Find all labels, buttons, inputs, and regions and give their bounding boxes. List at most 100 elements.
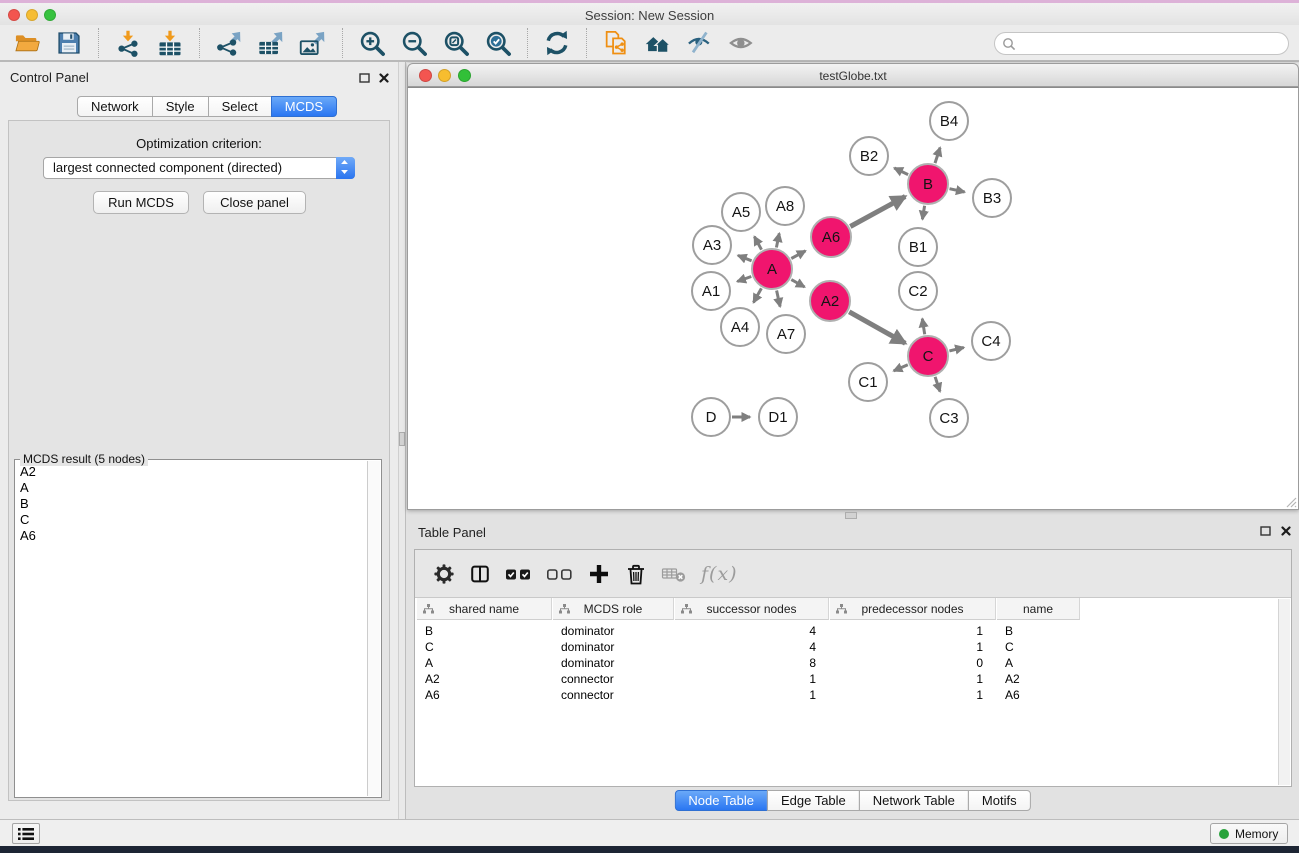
table-cell[interactable]: 4: [675, 623, 829, 639]
table-cell[interactable]: B: [997, 623, 1080, 639]
graph-node[interactable]: B2: [850, 137, 888, 175]
tab-edge-table[interactable]: Edge Table: [767, 790, 860, 811]
graph-node[interactable]: A4: [721, 308, 759, 346]
mcds-scrollbar[interactable]: [367, 461, 380, 796]
graph-edge[interactable]: [922, 319, 924, 335]
graph-node[interactable]: B1: [899, 228, 937, 266]
mcds-result-item[interactable]: A6: [16, 528, 365, 544]
zoom-fit-icon[interactable]: [441, 28, 471, 58]
graph-edge[interactable]: [894, 365, 908, 371]
graph-edge[interactable]: [935, 377, 940, 392]
float-panel-icon[interactable]: [358, 71, 371, 84]
node-table[interactable]: shared nameMCDS rolesuccessor nodesprede…: [415, 598, 1291, 786]
table-settings-gear-icon[interactable]: [433, 561, 455, 587]
graph-edge[interactable]: [894, 168, 908, 175]
graph-node[interactable]: A7: [767, 315, 805, 353]
resize-grip-icon[interactable]: [1284, 495, 1297, 508]
graph-edge[interactable]: [850, 197, 905, 227]
show-all-eye-icon[interactable]: [727, 28, 757, 58]
graph-node[interactable]: A6: [811, 217, 851, 257]
mcds-result-item[interactable]: A2: [16, 464, 365, 480]
save-session-icon[interactable]: [54, 28, 84, 58]
column-header-name[interactable]: name: [997, 598, 1080, 620]
column-header-shared-name[interactable]: shared name: [417, 598, 552, 620]
graph-node[interactable]: A3: [693, 226, 731, 264]
tab-select[interactable]: Select: [208, 96, 272, 117]
graph-node[interactable]: A8: [766, 187, 804, 225]
table-cell[interactable]: 1: [830, 671, 996, 687]
table-cell[interactable]: A2: [417, 671, 552, 687]
open-file-icon[interactable]: [12, 28, 42, 58]
tab-motifs[interactable]: Motifs: [968, 790, 1031, 811]
zoom-selected-icon[interactable]: [483, 28, 513, 58]
tab-node-table[interactable]: Node Table: [674, 790, 768, 811]
table-cell[interactable]: 0: [830, 655, 996, 671]
table-cell[interactable]: C: [997, 639, 1080, 655]
graph-node[interactable]: D1: [759, 398, 797, 436]
close-panel-icon[interactable]: [377, 71, 390, 84]
graph-node[interactable]: C2: [899, 272, 937, 310]
graph-node[interactable]: C3: [930, 399, 968, 437]
tab-mcds[interactable]: MCDS: [271, 96, 337, 117]
table-panel-close-icon[interactable]: [1279, 524, 1292, 537]
export-image-icon[interactable]: [298, 28, 328, 58]
first-neighbors-icon[interactable]: [643, 28, 673, 58]
table-cell[interactable]: 8: [675, 655, 829, 671]
delete-table-icon[interactable]: [661, 561, 687, 587]
memory-button[interactable]: Memory: [1210, 823, 1288, 844]
table-cell[interactable]: dominator: [553, 623, 674, 639]
column-header-predecessor-nodes[interactable]: predecessor nodes: [830, 598, 996, 620]
graph-edge[interactable]: [754, 288, 762, 302]
table-cell[interactable]: C: [417, 639, 552, 655]
run-mcds-button[interactable]: Run MCDS: [93, 191, 189, 214]
graph-node[interactable]: A2: [810, 281, 850, 321]
hide-selected-eye-slash-icon[interactable]: [685, 28, 715, 58]
splitter-handle[interactable]: [399, 432, 405, 446]
export-table-icon[interactable]: [256, 28, 286, 58]
tab-network[interactable]: Network: [77, 96, 153, 117]
graph-node[interactable]: C4: [972, 322, 1010, 360]
delete-column-trash-icon[interactable]: [625, 561, 647, 587]
function-builder-icon[interactable]: f(x): [701, 561, 738, 587]
horizontal-splitter-handle[interactable]: [845, 512, 857, 519]
graph-edge[interactable]: [776, 233, 779, 247]
column-header-MCDS-role[interactable]: MCDS role: [553, 598, 674, 620]
select-all-icon[interactable]: [505, 561, 532, 587]
graph-edge[interactable]: [935, 148, 940, 164]
mcds-result-list[interactable]: A2ABCA6: [16, 464, 365, 796]
graph-edge[interactable]: [754, 237, 761, 250]
unselect-all-icon[interactable]: [546, 561, 573, 587]
table-cell[interactable]: B: [417, 623, 552, 639]
graph-node[interactable]: C1: [849, 363, 887, 401]
tab-network-table[interactable]: Network Table: [859, 790, 969, 811]
network-graph[interactable]: B4B2BB3A5A8A6A3B1AA1C2A2A4A7C4CC1C3DD1: [408, 88, 1298, 509]
graph-node[interactable]: B3: [973, 179, 1011, 217]
optimization-criterion-dropdown[interactable]: largest connected component (directed): [43, 157, 355, 179]
table-scrollbar[interactable]: [1278, 599, 1290, 785]
task-history-button[interactable]: [12, 823, 40, 844]
graph-node[interactable]: C: [908, 336, 948, 376]
network-window-titlebar[interactable]: testGlobe.txt: [407, 63, 1299, 87]
table-cell[interactable]: A6: [997, 687, 1080, 703]
column-header-successor-nodes[interactable]: successor nodes: [675, 598, 829, 620]
table-cell[interactable]: 1: [675, 687, 829, 703]
graph-node[interactable]: A5: [722, 193, 760, 231]
graph-edge[interactable]: [950, 189, 965, 192]
graph-edge[interactable]: [791, 251, 805, 259]
graph-edge[interactable]: [922, 206, 924, 220]
search-input[interactable]: [1021, 35, 1281, 52]
table-cell[interactable]: A6: [417, 687, 552, 703]
table-cell[interactable]: A: [997, 655, 1080, 671]
graph-edge[interactable]: [791, 280, 804, 287]
export-network-icon[interactable]: [214, 28, 244, 58]
panel-splitter[interactable]: [398, 62, 406, 819]
import-table-icon[interactable]: [155, 28, 185, 58]
table-cell[interactable]: A2: [997, 671, 1080, 687]
graph-edge[interactable]: [738, 255, 752, 260]
close-panel-button[interactable]: Close panel: [203, 191, 306, 214]
refresh-icon[interactable]: [542, 28, 572, 58]
graph-edge[interactable]: [849, 312, 905, 344]
graph-edge[interactable]: [737, 277, 751, 282]
graph-node[interactable]: D: [692, 398, 730, 436]
graph-node[interactable]: B: [908, 164, 948, 204]
